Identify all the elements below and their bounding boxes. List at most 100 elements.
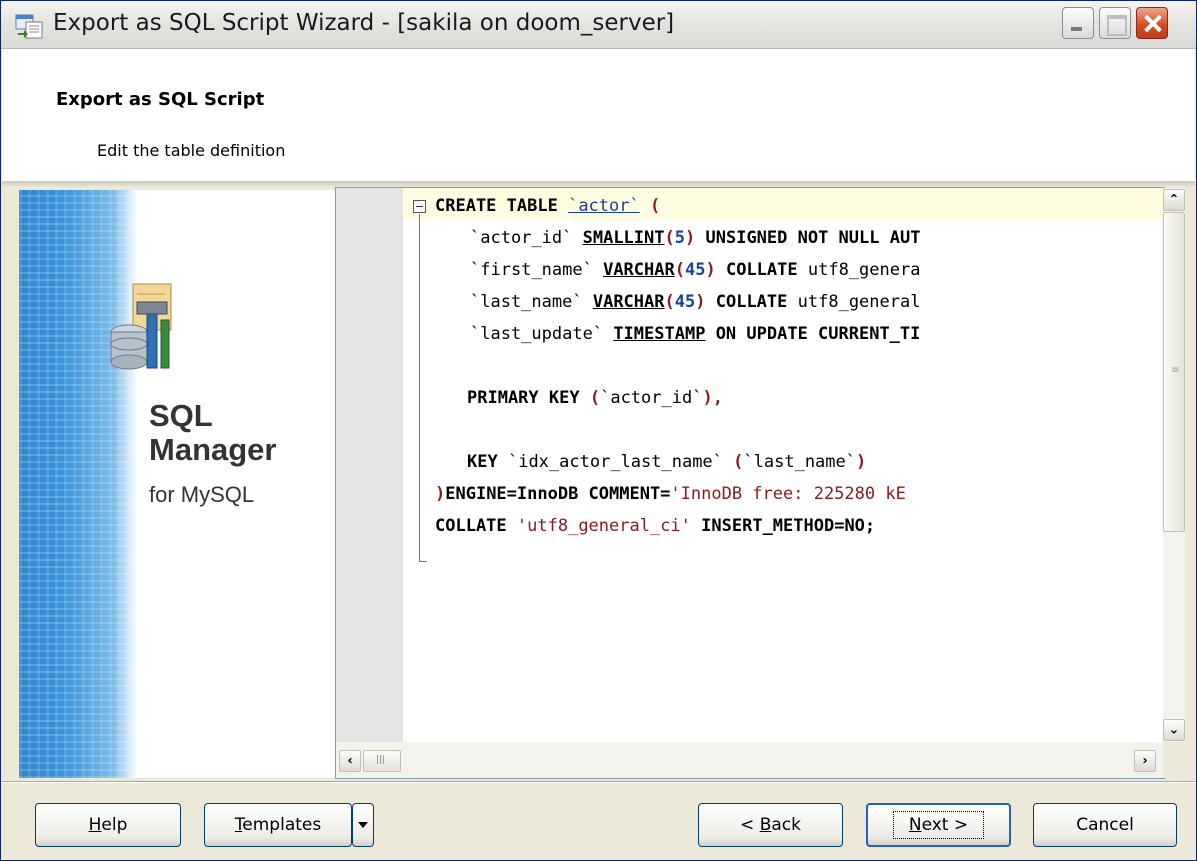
code-token: `actor` [568,196,640,216]
code-area[interactable]: CREATE TABLE `actor` ( `actor_id` SMALLI… [403,188,1163,742]
code-token: PRIMARY KEY [467,388,580,408]
horizontal-scroll-thumb[interactable]: ǀǀǀ [363,750,401,772]
chevron-down-icon [358,822,368,828]
export-sql-icon [15,14,43,39]
label-rest: ack [771,815,801,835]
chevron-down-icon: ⌄ [1168,722,1180,738]
page-subtitle: Edit the table definition [97,141,286,160]
title-bar[interactable]: Export as SQL Script Wizard - [sakila on… [1,1,1196,49]
wizard-header: Export as SQL Script Edit the table defi… [2,49,1195,183]
code-token: 45 [684,260,706,280]
code-token: ( [674,260,685,280]
footer-divider [2,781,1195,783]
maximize-button[interactable] [1099,7,1131,39]
code-token: 45 [674,292,696,312]
code-token: ENGINE=InnoDB COMMENT= [445,484,671,504]
templates-button-label: Templates [235,815,321,835]
code-token: 'utf8_general_ci' [516,516,691,536]
brand-line-2: Manager [149,432,277,467]
mnemonic: N [908,815,922,835]
code-token: ( [589,388,601,408]
window-title: Export as SQL Script Wizard - [sakila on… [53,10,675,36]
code-line-5: `last_update` TIMESTAMP ON UPDATE CURREN… [470,318,920,350]
cancel-button[interactable]: Cancel [1033,803,1177,847]
code-token: VARCHAR [592,292,665,312]
label-prefix: < [740,815,760,835]
code-token: COLLATE [435,516,507,536]
mnemonic: B [759,815,772,835]
code-line-7: PRIMARY KEY (`actor_id`), [467,382,723,414]
code-line-3: `first_name` VARCHAR(45) COLLATE utf8_ge… [470,254,920,286]
next-button[interactable]: Next > [866,803,1011,847]
templates-button[interactable]: Templates [204,803,352,847]
code-token: ( [664,292,675,312]
sql-editor[interactable]: CREATE TABLE `actor` ( `actor_id` SMALLI… [335,187,1185,779]
code-line-9: KEY `idx_actor_last_name` (`last_name`) [467,446,866,478]
code-token: `last_name` [470,292,583,312]
code-token: `last_update` [470,324,604,344]
code-token: utf8_genera [807,260,921,280]
chevron-up-icon: ⌃ [1168,192,1180,208]
code-line-10: )ENGINE=InnoDB COMMENT='InnoDB free: 225… [435,478,906,510]
label-rest: emplates [242,815,322,835]
vertical-scrollbar[interactable]: ⌃ ≡ ⌄ [1163,188,1185,742]
code-token: ) [685,228,696,248]
code-line-2: `actor_id` SMALLINT(5) UNSIGNED NOT NULL… [470,222,920,254]
code-token: VARCHAR [603,260,675,280]
scroll-up-button[interactable]: ⌃ [1163,189,1185,211]
scroll-down-button[interactable]: ⌄ [1163,719,1185,741]
chevron-right-icon: › [1142,753,1148,769]
label-rest: ext > [921,815,969,835]
help-button[interactable]: Help [35,803,181,847]
code-token: ) [435,484,446,504]
horizontal-scrollbar[interactable]: ‹ ǀǀǀ › [336,742,1163,778]
scroll-left-button[interactable]: ‹ [339,750,361,772]
code-token: `idx_actor_last_name` [507,452,723,472]
wizard-window: Export as SQL Script Wizard - [sakila on… [0,0,1197,861]
minimize-button[interactable] [1062,7,1094,39]
back-button[interactable]: < Back [698,803,843,847]
code-token: SMALLINT [582,228,665,248]
banner-graphic [19,190,137,778]
code-token: COLLATE [725,260,798,280]
code-token: CREATE TABLE [435,196,558,216]
code-token: utf8_general [797,292,921,312]
code-token: 5 [674,228,685,248]
code-token: 'InnoDB free: 225280 kE [670,484,906,504]
brand-line-1: SQL [149,398,213,433]
templates-dropdown-button[interactable] [352,803,374,847]
page-title: Export as SQL Script [56,89,265,110]
chevron-left-icon: ‹ [347,753,353,769]
help-button-label: Help [89,815,128,835]
back-button-label: < Back [740,815,801,835]
fold-guide [419,214,420,562]
code-token: `first_name` [470,260,593,280]
sql-manager-logo-icon [110,283,172,370]
label-rest: elp [101,815,128,835]
scrollbar-corner [1163,742,1185,778]
code-token: COLLATE [715,292,788,312]
vertical-scroll-thumb[interactable]: ≡ [1163,212,1185,532]
code-token: ( [664,228,675,248]
collapse-icon[interactable] [413,200,426,213]
cancel-button-label: Cancel [1076,815,1134,835]
next-button-label: Next > [892,811,985,839]
code-token: KEY [467,452,498,472]
code-line-4: `last_name` VARCHAR(45) COLLATE utf8_gen… [470,286,920,318]
code-token: ON UPDATE CURRENT_TI [715,324,921,344]
code-line-11: COLLATE 'utf8_general_ci' INSERT_METHOD=… [435,510,875,542]
code-token: ) [705,260,716,280]
code-token: ) [695,292,706,312]
code-line-1: CREATE TABLE `actor` ( [435,190,660,222]
close-button[interactable] [1136,7,1168,39]
code-token: ) [856,452,867,472]
mnemonic: H [88,815,102,835]
side-banner: SQL Manager for MySQL [19,190,335,778]
code-token: `actor_id` [600,388,703,408]
code-token: TIMESTAMP [613,324,706,344]
scroll-right-button[interactable]: › [1134,750,1156,772]
grip-icon: ǀǀǀ [376,754,385,765]
grip-icon: ≡ [1171,365,1180,376]
editor-gutter [336,188,403,742]
code-token: ( [649,196,661,216]
